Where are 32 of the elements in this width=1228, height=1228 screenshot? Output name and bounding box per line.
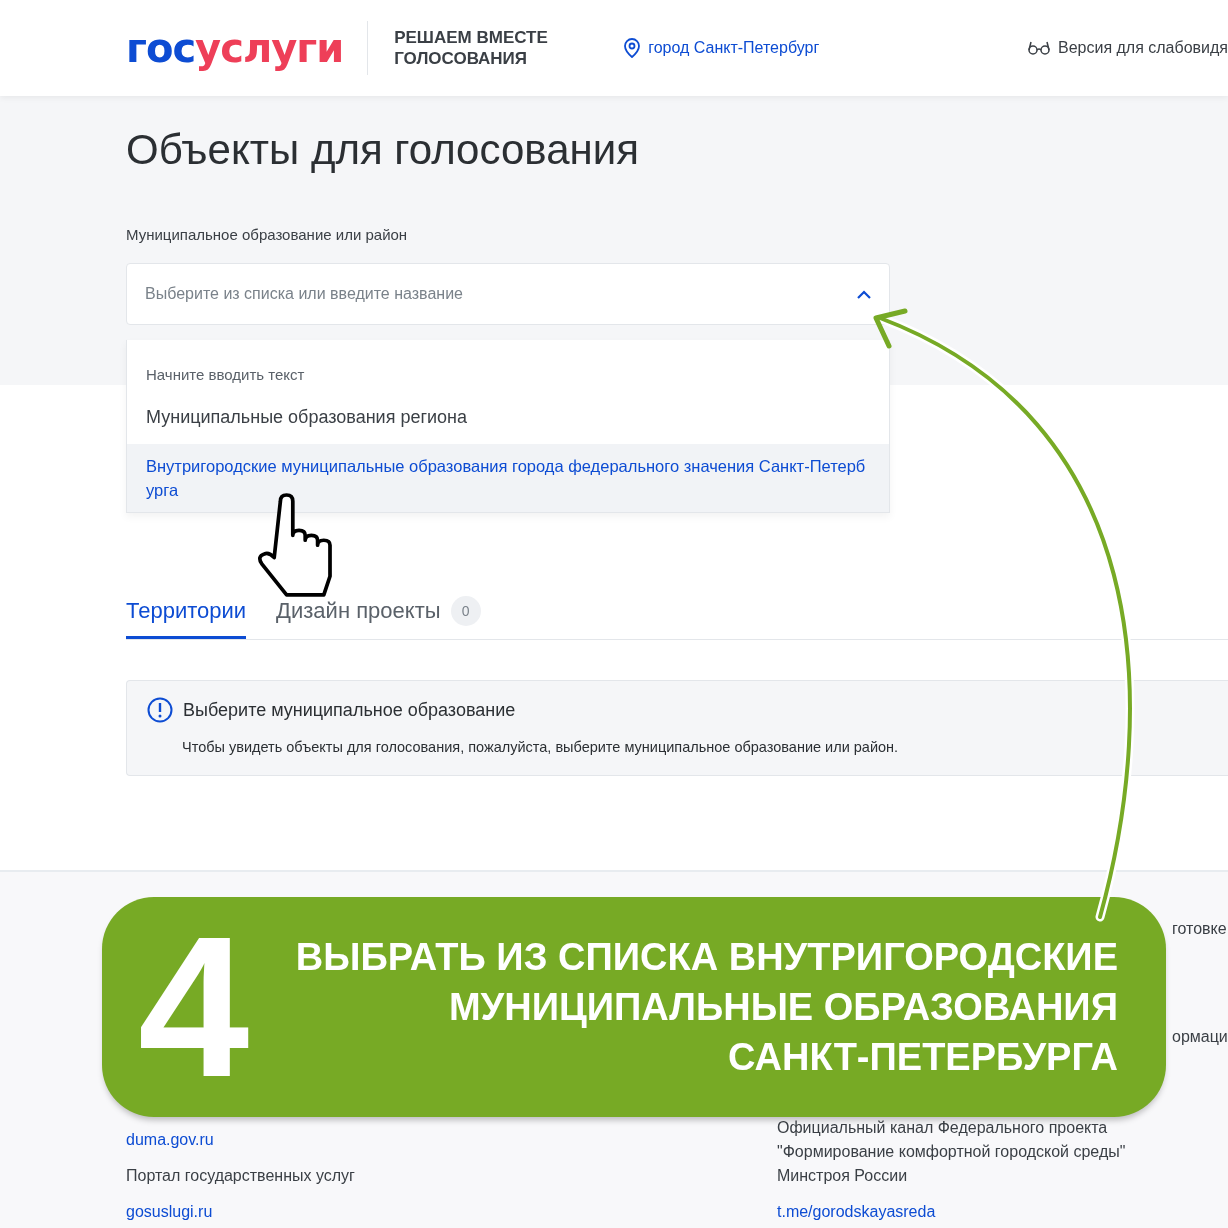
banner-text: ВЫБРАТЬ ИЗ СПИСКА ВНУТРИГОРОДСКИЕ bbox=[295, 935, 1118, 980]
footer-link[interactable]: duma.gov.ru bbox=[126, 1130, 355, 1150]
notice-text: Чтобы увидеть объекты для голосования, пожалуйста, выберите муниципальное образование или район. bbox=[182, 739, 900, 755]
location-pin-icon bbox=[624, 38, 641, 58]
footer-text: Минстроя России bbox=[777, 1166, 909, 1186]
footer-text: Портал государственных услуг bbox=[126, 1166, 355, 1186]
page-title: Объекты для голосования bbox=[126, 126, 640, 174]
tab[interactable]: Территории bbox=[126, 590, 247, 639]
accessibility-link[interactable]: Версия для слабовидя bbox=[1027, 39, 1228, 57]
footer-link[interactable]: t.me/gorodskayasreda bbox=[777, 1202, 1126, 1222]
footer-text: Официальный канал Федерального проекта bbox=[777, 1118, 1109, 1138]
location-link[interactable]: город Санкт-Петербург bbox=[624, 38, 820, 58]
dropdown-option[interactable]: Внутригородские муниципальные образования города федерального значения Санкт-Петербурга bbox=[127, 444, 889, 512]
field-label: Муниципальное образование или район bbox=[126, 226, 409, 243]
footer-text: "Формирование комфортной городской среды" bbox=[777, 1142, 1126, 1162]
footer-text: ормаци bbox=[1172, 1028, 1228, 1046]
banner-text: САНКТ-ПЕТЕРБУРГА bbox=[728, 1035, 1118, 1080]
notice-title: Выберите муниципальное образование bbox=[183, 699, 516, 721]
chevron-icon bbox=[857, 289, 871, 299]
footer-text: готовке bbox=[1172, 920, 1227, 938]
footer-link[interactable]: gosuslugi.ru bbox=[126, 1202, 355, 1222]
glasses-icon bbox=[1027, 41, 1050, 55]
municipality-select[interactable]: Выберите из списка или введите название bbox=[126, 263, 890, 325]
gosuslugi-logo[interactable]: госуслуги bbox=[126, 21, 369, 75]
step-number: 4 bbox=[138, 907, 250, 1107]
tab-count: 0 bbox=[450, 596, 481, 626]
tagline: РЕШАЕМ ВМЕСТЕ ГОЛОСОВАНИЯ bbox=[394, 27, 549, 69]
dropdown-option[interactable]: Муниципальные образования региона bbox=[127, 383, 889, 444]
banner-text: МУНИЦИПАЛЬНЫЕ ОБРАЗОВАНИЯ bbox=[448, 985, 1118, 1030]
tab[interactable]: Дизайн проекты 0 bbox=[276, 590, 481, 639]
info-icon bbox=[147, 697, 173, 723]
dropdown-hint: Начните вводить текст bbox=[145, 365, 306, 383]
